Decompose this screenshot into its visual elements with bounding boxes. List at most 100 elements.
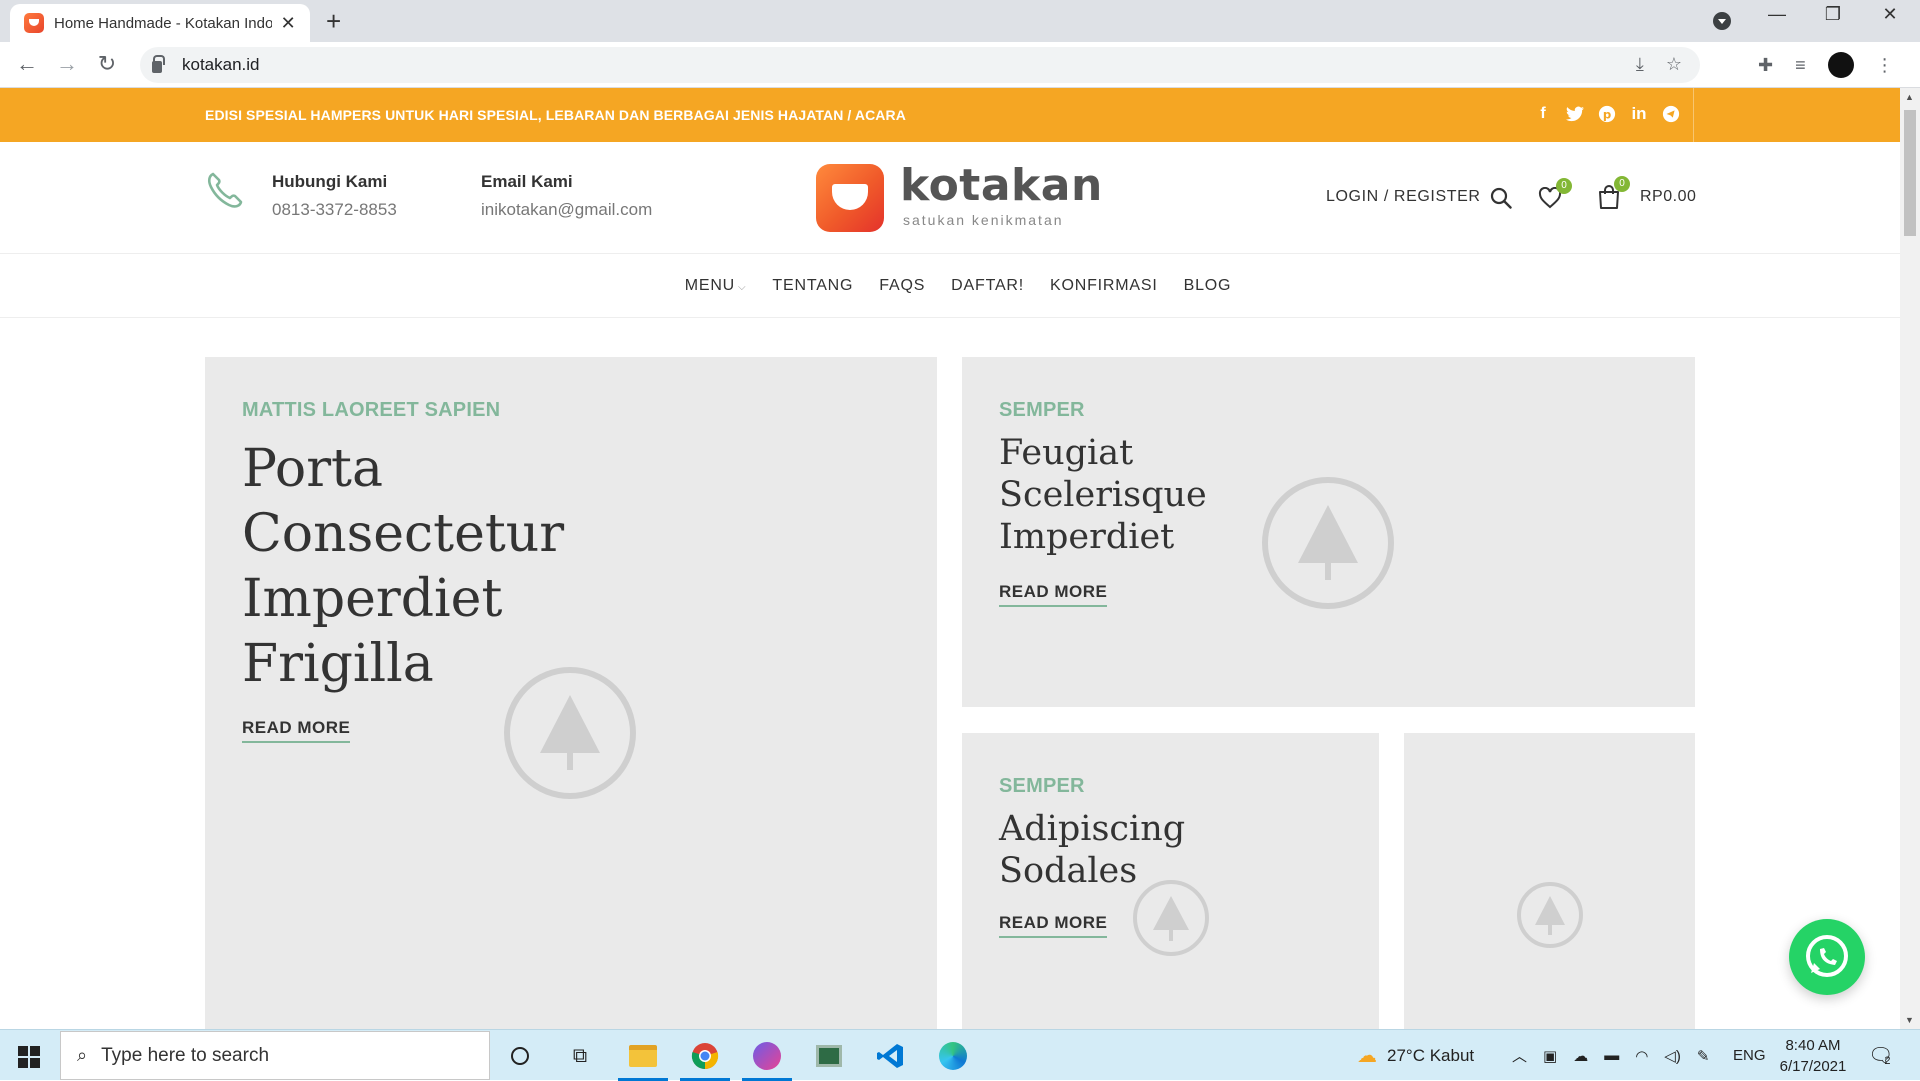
install-app-icon[interactable]: ⤓: [1636, 54, 1644, 75]
volume-icon[interactable]: ◁): [1664, 1047, 1681, 1065]
chat-app-icon[interactable]: [742, 1036, 792, 1081]
cart-total[interactable]: RP0.00: [1640, 188, 1696, 206]
pinterest-icon[interactable]: p: [1597, 102, 1617, 126]
site-logo[interactable]: kotakan satukan kenikmatan: [816, 160, 1102, 234]
post-category[interactable]: MATTIS LAOREET SAPIEN: [242, 399, 500, 422]
tab-title: Home Handmade - Kotakan Indo: [54, 14, 273, 32]
kotakan-favicon-icon: [24, 13, 44, 33]
social-links: f p in: [1533, 102, 1681, 126]
edge-icon[interactable]: [928, 1036, 978, 1076]
show-hidden-icons-icon[interactable]: ︿: [1512, 1045, 1527, 1066]
lock-icon[interactable]: [152, 55, 165, 73]
page-scrollbar[interactable]: ▲ ▼: [1900, 88, 1920, 1029]
phone-contact: Hubungi Kami 0813-3372-8853: [272, 172, 397, 220]
battery-icon[interactable]: ▬: [1604, 1047, 1619, 1064]
clock-time: 8:40 AM: [1785, 1037, 1841, 1054]
windows-start-icon[interactable]: [18, 1046, 40, 1068]
image-placeholder-icon: [1517, 882, 1583, 948]
tree-shape: [1298, 504, 1358, 563]
close-tab-icon[interactable]: ✕: [278, 13, 298, 34]
weather-widget[interactable]: ☁ 27°C Kabut: [1357, 1030, 1474, 1081]
post-title[interactable]: Porta Consectetur Imperdiet Frigilla: [242, 437, 582, 697]
nav-item-menu[interactable]: MENU ⌵: [672, 277, 760, 295]
url-text[interactable]: kotakan.id: [182, 55, 260, 75]
read-more-link[interactable]: READ MORE: [999, 582, 1108, 607]
post-title[interactable]: Adipiscing Sodales: [999, 808, 1219, 892]
blog-post-card[interactable]: [1404, 733, 1695, 1029]
topbar-divider: [1693, 88, 1694, 142]
read-more-link[interactable]: READ MORE: [999, 913, 1108, 938]
read-more-link[interactable]: READ MORE: [242, 718, 351, 743]
blog-post-card[interactable]: MATTIS LAOREET SAPIEN Porta Consectetur …: [205, 357, 937, 1029]
blog-post-card[interactable]: SEMPER Adipiscing Sodales READ MORE: [962, 733, 1379, 1029]
system-tray: ︿ ▣ ☁ ▬ ◠ ◁) ✎: [1512, 1030, 1709, 1081]
site-header: Hubungi Kami 0813-3372-8853 Email Kami i…: [0, 142, 1900, 254]
taskbar-search-placeholder[interactable]: Type here to search: [101, 1045, 269, 1067]
nav-item-label: MENU: [684, 276, 736, 294]
whatsapp-chat-button[interactable]: [1789, 919, 1865, 995]
blog-post-card[interactable]: SEMPER Feugiat Scelerisque Imperdiet REA…: [962, 357, 1695, 707]
pen-icon[interactable]: ✎: [1697, 1047, 1710, 1065]
search-icon: ⌕: [77, 1045, 88, 1065]
task-view-icon[interactable]: ⧉: [555, 1036, 605, 1076]
browser-menu-icon[interactable]: ⋮: [1876, 55, 1894, 76]
scrollbar-thumb[interactable]: [1904, 110, 1916, 236]
bookmark-star-icon[interactable]: ☆: [1666, 54, 1682, 75]
main-navigation: MENU ⌵ TENTANG FAQS DAFTAR! KONFIRMASI BL…: [0, 254, 1900, 318]
nav-item-faqs[interactable]: FAQS: [866, 277, 938, 295]
tab-search-icon[interactable]: [1713, 12, 1731, 30]
meet-now-icon[interactable]: ▣: [1543, 1047, 1557, 1065]
scroll-down-arrow-icon[interactable]: ▼: [1905, 1015, 1914, 1025]
wishlist-count-badge: 0: [1556, 178, 1572, 194]
reload-icon[interactable]: ↻: [94, 52, 120, 76]
weather-haze-icon: ☁: [1357, 1045, 1377, 1067]
post-category[interactable]: SEMPER: [999, 399, 1085, 422]
media-control-icon[interactable]: ≡: [1795, 55, 1806, 76]
twitter-icon[interactable]: [1565, 102, 1585, 126]
minimize-button[interactable]: —: [1757, 4, 1797, 25]
web-page: EDISI SPESIAL HAMPERS UNTUK HARI SPESIAL…: [0, 88, 1900, 1029]
nav-item-blog[interactable]: BLOG: [1171, 277, 1245, 295]
tree-shape: [1153, 896, 1189, 931]
phone-number[interactable]: 0813-3372-8853: [272, 200, 397, 220]
nav-item-konfirmasi[interactable]: KONFIRMASI: [1037, 277, 1171, 295]
tree-shape: [540, 694, 600, 753]
email-address[interactable]: inikotakan@gmail.com: [481, 200, 652, 220]
chevron-down-icon: ⌵: [738, 281, 747, 293]
post-category[interactable]: SEMPER: [999, 775, 1085, 798]
restore-button[interactable]: ❐: [1813, 4, 1853, 25]
vscode-icon[interactable]: [866, 1036, 916, 1076]
nav-item-daftar[interactable]: DAFTAR!: [938, 277, 1037, 295]
extensions-puzzle-icon[interactable]: ✚: [1758, 55, 1773, 76]
clock-date: 6/17/2021: [1779, 1058, 1847, 1075]
cortana-icon[interactable]: [495, 1036, 545, 1076]
linkedin-icon[interactable]: in: [1629, 102, 1649, 126]
notification-center-icon[interactable]: 🗨 2: [1868, 1030, 1893, 1081]
kotakan-logo-icon: [816, 164, 884, 232]
address-bar[interactable]: kotakan.id ⤓ ☆: [140, 47, 1700, 83]
cart-count-badge: 0: [1614, 176, 1630, 192]
taskbar-search-box[interactable]: ⌕ Type here to search: [60, 1031, 490, 1080]
email-label: Email Kami: [481, 172, 573, 191]
new-tab-button[interactable]: +: [326, 8, 341, 34]
app-window-icon[interactable]: [804, 1036, 854, 1076]
scroll-up-arrow-icon[interactable]: ▲: [1905, 92, 1914, 102]
facebook-icon[interactable]: f: [1533, 102, 1553, 126]
file-explorer-icon[interactable]: [618, 1036, 668, 1081]
close-window-button[interactable]: ✕: [1870, 4, 1910, 25]
wifi-icon[interactable]: ◠: [1635, 1047, 1648, 1065]
onedrive-icon[interactable]: ☁: [1573, 1047, 1588, 1065]
back-arrow-icon[interactable]: ←: [14, 52, 40, 76]
chrome-icon[interactable]: [680, 1036, 730, 1081]
browser-tab[interactable]: Home Handmade - Kotakan Indo ✕: [10, 4, 310, 42]
search-icon[interactable]: [1490, 187, 1512, 209]
post-title[interactable]: Feugiat Scelerisque Imperdiet: [999, 432, 1229, 558]
forward-arrow-icon[interactable]: →: [54, 52, 80, 76]
logo-tagline: satukan kenikmatan: [903, 212, 1064, 228]
telegram-icon[interactable]: [1661, 102, 1681, 126]
profile-avatar[interactable]: [1827, 52, 1854, 78]
taskbar-clock[interactable]: 8:40 AM 6/17/2021: [1768, 1035, 1858, 1077]
nav-item-tentang[interactable]: TENTANG: [759, 277, 866, 295]
login-register-link[interactable]: LOGIN / REGISTER: [1326, 188, 1481, 206]
language-indicator[interactable]: ENG: [1733, 1030, 1766, 1081]
